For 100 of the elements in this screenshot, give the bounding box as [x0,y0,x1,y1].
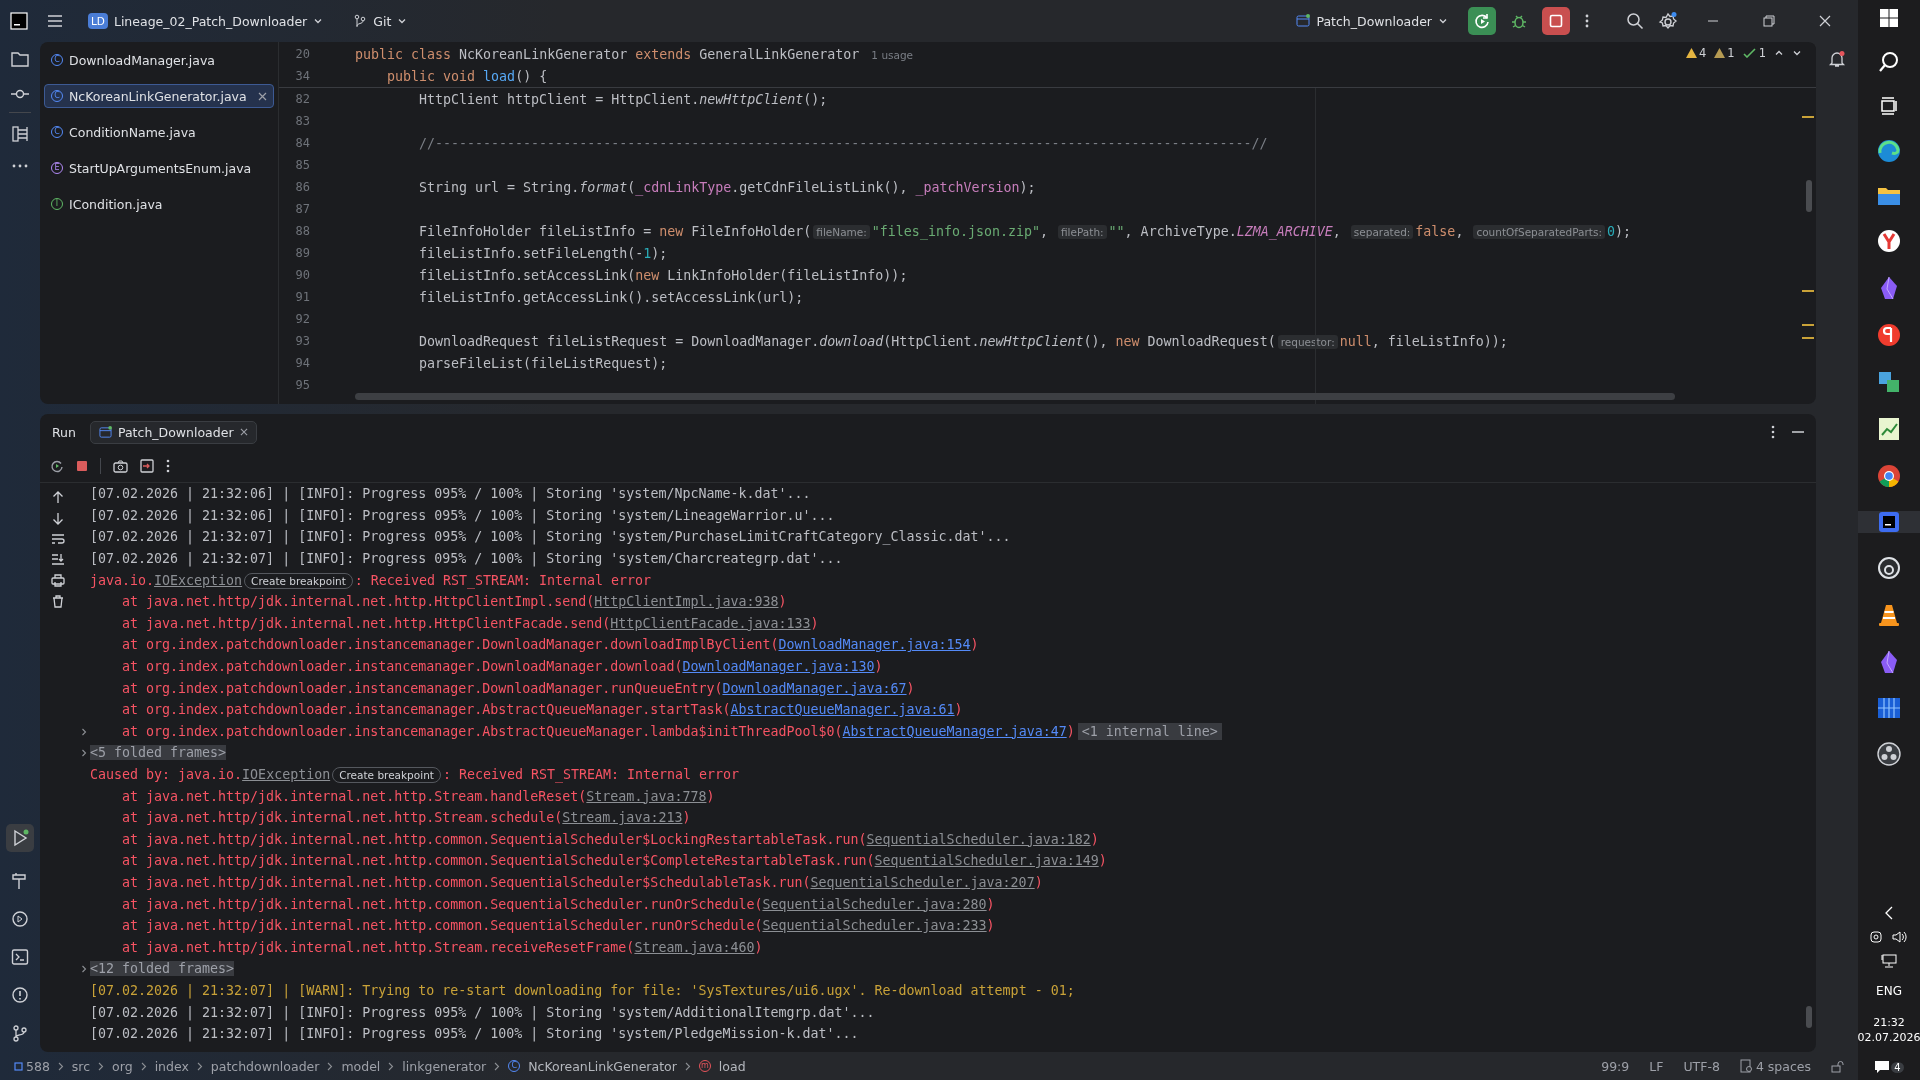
breadcrumb[interactable]: linkgenerator [402,1058,487,1074]
file-tab[interactable]: I ICondition.java [44,192,274,216]
app-logo-icon[interactable] [10,12,28,30]
expand-icon[interactable] [80,727,88,736]
close-icon[interactable] [239,428,248,436]
project-selector[interactable]: LD Lineage_02_Patch_Downloader [82,9,330,33]
run-tab[interactable]: Patch_Downloader [89,420,257,444]
folder-icon[interactable] [1877,186,1901,206]
file-link[interactable]: IOException [154,572,243,588]
file-link[interactable]: DownloadManager.java:130 [682,659,875,675]
branch-icon[interactable] [11,1024,29,1042]
chevron-icon[interactable] [1884,906,1894,920]
file-link[interactable]: SequentialScheduler.java:182 [866,831,1091,847]
task-view-icon[interactable] [1879,96,1899,116]
vcs-menu[interactable]: Git [347,9,414,33]
rerun-button[interactable] [1468,7,1496,35]
services-icon[interactable] [11,910,29,928]
expand-icon[interactable] [80,965,88,974]
file-link[interactable]: DownloadManager.java:67 [722,680,907,696]
commit-icon[interactable] [10,88,30,100]
language-indicator[interactable]: ENG [1876,984,1902,998]
breadcrumb[interactable]: org [112,1058,133,1074]
close-icon[interactable] [258,91,267,101]
app-icon[interactable] [1877,697,1901,719]
terminal-icon[interactable] [11,948,29,966]
app-icon[interactable] [1877,556,1901,580]
stop-button[interactable] [1542,7,1570,35]
file-link[interactable]: HttpClientFacade.java:133 [610,615,811,631]
breadcrumb[interactable]: model [341,1058,381,1074]
chart-sheet-icon[interactable] [1878,417,1900,441]
close-icon[interactable] [1819,15,1831,27]
file-tab[interactable]: C NcKoreanLinkGenerator.java [44,84,274,108]
more-icon[interactable] [166,459,170,473]
run-tool-icon[interactable] [6,824,34,852]
file-link[interactable]: Stream.java:460 [634,939,755,955]
file-link[interactable]: SequentialScheduler.java:207 [810,875,1035,890]
notification-center-button[interactable]: 4 [1874,1060,1904,1074]
file-link[interactable]: SequentialScheduler.java:280 [762,896,987,912]
hammer-icon[interactable] [11,872,29,890]
app-icon[interactable] [1877,229,1901,253]
expand-icon[interactable] [80,749,88,758]
soft-wrap-icon[interactable] [51,533,65,545]
stop-icon[interactable] [76,460,88,472]
scrollbar[interactable] [355,393,1675,400]
file-link[interactable]: IOException [242,767,331,782]
line-ending[interactable]: LF [1649,1058,1664,1074]
scroll-to-end-icon[interactable] [51,553,65,566]
more-icon[interactable] [11,163,29,169]
more-icon[interactable] [1584,13,1590,29]
notification-bell-icon[interactable] [1828,50,1846,68]
breadcrumb[interactable]: C NcKoreanLinkGenerator [508,1058,677,1074]
lock-icon[interactable] [1831,1059,1844,1073]
trash-icon[interactable] [52,595,64,608]
rerun-icon[interactable] [50,459,64,473]
clock-date[interactable]: 02.07.2026 [1857,1031,1920,1044]
breadcrumb[interactable]: index [154,1058,189,1074]
file-encoding[interactable]: UTF-8 [1683,1058,1720,1074]
app-icon[interactable] [1877,323,1901,347]
app-icon[interactable] [1877,370,1901,394]
settings-icon[interactable] [1658,11,1678,31]
traffic-cone-icon[interactable] [1878,603,1900,627]
folded-frames[interactable]: <5 folded frames> [90,745,227,761]
minimize-icon[interactable] [1792,430,1804,434]
swirl-logo-icon[interactable] [1877,139,1901,163]
scrollbar[interactable] [1806,1006,1812,1028]
file-tab[interactable]: C DownloadManager.java [44,48,274,72]
windows-logo-icon[interactable] [1879,8,1899,28]
breadcrumb[interactable]: patchdownloader [210,1058,320,1074]
file-tab[interactable]: C ConditionName.java [44,120,274,144]
file-link[interactable]: Stream.java:778 [586,788,707,804]
search-icon[interactable] [1626,12,1644,30]
indent-setting[interactable]: 4 spaces [1739,1058,1811,1074]
app-icon[interactable] [1877,464,1901,488]
file-link[interactable]: DownloadManager.java:154 [778,637,971,653]
file-link[interactable]: AbstractQueueManager.java:47 [842,723,1067,739]
webcam-icon[interactable] [1870,930,1884,944]
project-count[interactable]: 588 [14,1058,50,1074]
gem-icon[interactable] [1879,276,1899,300]
camera-icon[interactable] [113,459,128,473]
file-link[interactable]: SequentialScheduler.java:149 [874,853,1099,869]
down-arrow-icon[interactable] [52,512,64,525]
file-link[interactable]: AbstractQueueManager.java:61 [730,702,955,718]
speaker-icon[interactable] [1892,930,1908,944]
exit-icon[interactable] [140,459,154,473]
folder-icon[interactable] [10,50,30,68]
up-arrow-icon[interactable] [52,491,64,504]
folded-frames[interactable]: <12 folded frames> [90,961,235,977]
scrollbar[interactable] [1806,180,1812,212]
app-icon[interactable] [1877,742,1901,766]
search-icon[interactable] [1878,51,1900,73]
clock-time[interactable]: 21:32 [1873,1016,1905,1029]
restore-icon[interactable] [1763,15,1775,27]
file-tab[interactable]: E StartUpArgumentsEnum.java [44,156,274,180]
print-icon[interactable] [51,574,65,587]
structure-icon[interactable] [11,125,29,143]
problems-icon[interactable] [11,986,29,1004]
run-config-selector[interactable]: Patch_Downloader [1290,9,1454,33]
file-link[interactable]: HttpClientImpl.java:938 [594,594,779,610]
breadcrumb[interactable]: src [71,1058,91,1074]
file-link[interactable]: Stream.java:213 [562,810,683,826]
